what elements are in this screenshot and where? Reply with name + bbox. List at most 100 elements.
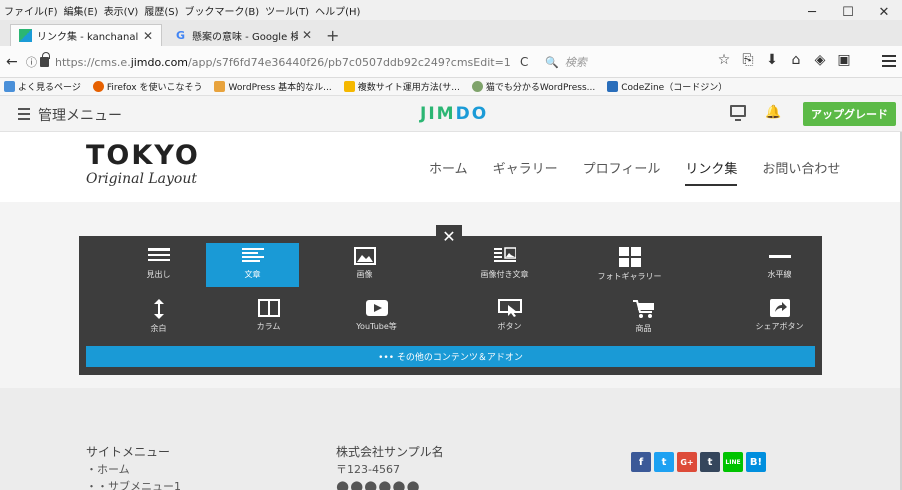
upgrade-button[interactable]: アップグレード <box>803 102 896 126</box>
bookmark-item[interactable]: よく見るページ <box>4 80 81 93</box>
heading-icon <box>147 248 170 261</box>
bookmark-item[interactable]: 複数サイト運用方法(サ... <box>343 80 460 93</box>
address-placeholder: ●●●●●● <box>336 477 421 490</box>
menu-bookmarks[interactable]: ブックマーク(B) <box>185 3 260 18</box>
menu-history[interactable]: 履歴(S) <box>144 3 178 18</box>
horizontal-line-label: 水平線 <box>767 270 792 279</box>
bookmark-label: 猫でも分かるWordPress... <box>485 83 596 93</box>
admin-menu-button[interactable]: 管理メニュー <box>18 105 122 125</box>
menu-edit[interactable]: 編集(E) <box>64 3 98 18</box>
play-icon <box>365 300 388 316</box>
bookmarks-bar: よく見るページ Firefox を使いこなそう WordPress 基本的なル.… <box>0 78 902 96</box>
column-icon <box>257 299 280 317</box>
image-icon <box>353 247 376 265</box>
more-content-button[interactable]: ••• その他のコンテンツ＆アドオン <box>86 346 815 367</box>
horizontal-line-icon <box>768 255 791 258</box>
share-button-element[interactable]: シェアボタン <box>733 295 826 339</box>
admin-menu-label: 管理メニュー <box>38 108 122 124</box>
notification-bell-icon[interactable]: 🔔 <box>765 105 781 120</box>
bookmarks-list-icon[interactable]: ⎘ <box>736 52 760 68</box>
text-element[interactable]: 文章 <box>206 243 299 287</box>
tumblr-icon[interactable]: t <box>700 452 720 472</box>
nav-profile[interactable]: プロフィール <box>583 158 661 186</box>
tab-links-page[interactable]: リンク集 - kanchanalbumsite ✕ <box>10 24 162 46</box>
bookmark-label: よく見るページ <box>18 83 81 93</box>
close-tab-icon[interactable]: ✕ <box>143 29 153 43</box>
tab-google-search[interactable]: G 懸案の意味 - Google 検索 ✕ <box>166 24 320 46</box>
gallery-grid-icon <box>618 247 641 267</box>
hatena-bookmark-icon[interactable]: B! <box>746 452 766 472</box>
new-tab-button[interactable]: + <box>326 26 339 45</box>
heading-element[interactable]: 見出し <box>112 243 205 287</box>
search-icon: 🔍 <box>545 55 559 69</box>
bookmark-item[interactable]: WordPress 基本的なル... <box>214 80 332 93</box>
menu-help[interactable]: ヘルプ(H) <box>315 3 360 18</box>
lock-icon <box>40 52 50 67</box>
nav-contact[interactable]: お問い合わせ <box>762 158 840 186</box>
menu-tools[interactable]: ツール(T) <box>265 3 309 18</box>
photo-gallery-label: フォトギャラリー <box>597 272 662 281</box>
menu-file[interactable]: ファイル(F) <box>4 3 58 18</box>
tab-strip: リンク集 - kanchanalbumsite ✕ G 懸案の意味 - Goog… <box>0 20 902 46</box>
reload-icon[interactable]: C <box>520 55 528 69</box>
button-element[interactable]: ボタン <box>463 295 556 339</box>
info-icon[interactable]: ⓘ <box>26 54 37 70</box>
bookmark-item[interactable]: CodeZine（コードジン） <box>607 80 727 93</box>
button-cursor-icon <box>497 299 522 317</box>
firefox-icon <box>92 81 104 92</box>
menu-view[interactable]: 表示(V) <box>104 3 139 18</box>
site-header: TOKYO Original Layout ホーム ギャラリー プロフィール リ… <box>0 132 900 202</box>
bookmark-item[interactable]: Firefox を使いこなそう <box>92 80 202 93</box>
text-icon <box>241 248 264 262</box>
nav-gallery[interactable]: ギャラリー <box>493 158 558 186</box>
screenshot-icon[interactable]: ▣ <box>832 52 856 68</box>
image-label: 画像 <box>356 270 373 279</box>
twitter-icon[interactable]: t <box>654 452 674 472</box>
text-label: 文章 <box>244 270 261 279</box>
tab-title: 懸案の意味 - Google 検索 <box>192 31 298 43</box>
close-tab-icon[interactable]: ✕ <box>302 28 312 42</box>
menu-bar: ファイル(F) 編集(E) 表示(V) 履歴(S) ブックマーク(B) ツール(… <box>0 0 902 20</box>
heading-label: 見出し <box>146 270 171 279</box>
photo-gallery-element[interactable]: フォトギャラリー <box>583 243 676 287</box>
column-element[interactable]: カラム <box>222 295 315 339</box>
facebook-icon[interactable]: f <box>631 452 651 472</box>
url-path: /app/s7f6fd74e36440f26/pb7c0507ddb92c249… <box>188 55 511 69</box>
home-icon[interactable]: ⌂ <box>784 52 808 68</box>
download-icon[interactable]: ⬇ <box>760 52 784 68</box>
image-text-element[interactable]: 画像付き文章 <box>458 243 551 287</box>
url-bar[interactable]: ⓘ https://cms.e. jimdo.com/app/s7f6fd74e3… <box>26 50 546 74</box>
button-label: ボタン <box>497 322 522 331</box>
search-input[interactable]: 🔍 検索 <box>535 50 697 74</box>
horizontal-line-element[interactable]: 水平線 <box>733 243 826 287</box>
bookmark-star-icon[interactable]: ☆ <box>712 52 736 68</box>
back-arrow-icon[interactable]: ← <box>6 54 18 70</box>
image-element[interactable]: 画像 <box>318 243 411 287</box>
footer-menu-home[interactable]: ・ホーム <box>86 461 181 478</box>
nav-links[interactable]: リンク集 <box>685 158 738 186</box>
url-prefix: https://cms.e. <box>55 55 131 69</box>
bookmark-label: 複数サイト運用方法(サ... <box>357 83 460 93</box>
footer-menu-sub[interactable]: ・・サブメニュー1 <box>86 478 181 490</box>
google-plus-icon[interactable]: G+ <box>677 452 697 472</box>
product-element[interactable]: 商品 <box>597 295 690 339</box>
bookmark-label: WordPress 基本的なル... <box>228 83 332 93</box>
pocket-icon[interactable]: ◈ <box>808 52 832 68</box>
browser-menu-icon[interactable] <box>882 55 896 70</box>
nav-home[interactable]: ホーム <box>429 158 468 186</box>
menu-items: ファイル(F) 編集(E) 表示(V) 履歴(S) ブックマーク(B) ツール(… <box>0 3 366 18</box>
footer-menu-title: サイトメニュー <box>86 445 171 459</box>
bookmark-icon <box>343 81 355 92</box>
tab-title: リンク集 - kanchanalbumsite <box>37 32 139 43</box>
site-logo[interactable]: TOKYO Original Layout <box>86 142 200 188</box>
spacer-element[interactable]: 余白 <box>112 295 205 339</box>
url-domain: jimdo.com <box>130 55 189 69</box>
social-share-buttons: f t G+ t LINE B! <box>631 452 769 472</box>
bookmark-item[interactable]: 猫でも分かるWordPress... <box>471 80 596 93</box>
product-label: 商品 <box>635 324 652 333</box>
line-icon[interactable]: LINE <box>723 452 743 472</box>
youtube-element[interactable]: YouTube等 <box>330 295 423 339</box>
image-text-label: 画像付き文章 <box>480 270 529 279</box>
jimdo-logo: JIMDO <box>420 104 489 124</box>
preview-monitor-icon[interactable] <box>730 105 746 121</box>
